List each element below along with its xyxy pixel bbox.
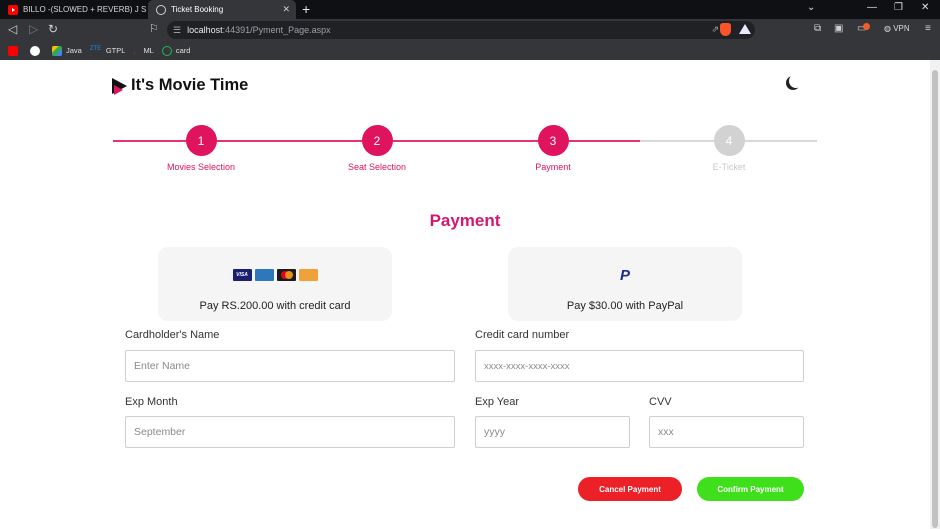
url-host: localhost (187, 25, 223, 35)
cvv-input[interactable] (649, 416, 804, 448)
step-label: E-Ticket (712, 162, 746, 172)
bookmark-label: GTPL (105, 46, 126, 55)
scrollbar-thumb[interactable] (932, 70, 938, 528)
page-scrollbar[interactable] (930, 60, 940, 529)
globe-icon (156, 4, 166, 15)
brand-name: It's Movie Time (131, 76, 249, 94)
circle-icon (161, 45, 172, 56)
moon-icon[interactable] (789, 74, 803, 88)
cardholder-name-label: Cardholder's Name (125, 329, 220, 341)
site-info-icon[interactable]: ☰ (173, 25, 181, 36)
bookmark-label: card (175, 46, 191, 55)
github-icon (30, 45, 40, 56)
bookmark-youtube[interactable] (8, 45, 22, 56)
brave-shields-icon[interactable] (720, 23, 731, 36)
step-label: Movies Selection (166, 162, 236, 172)
bookmark-icon: , (133, 45, 136, 55)
extensions-icon[interactable]: ⧉ (814, 23, 821, 34)
brave-rewards-icon[interactable] (739, 24, 751, 34)
amex-icon (254, 269, 274, 281)
bookmark-gtpl[interactable]: ZTE GTPL (90, 46, 126, 56)
exp-month-input[interactable] (125, 416, 455, 448)
url-path: :44391/Pyment_Page.aspx (222, 25, 331, 35)
step-label: Payment (535, 162, 571, 172)
visa-icon: VISA (232, 269, 252, 281)
window-close-icon[interactable]: ✕ (921, 2, 929, 13)
drive-icon (52, 45, 62, 56)
paypal-caption: Pay $30.00 with PayPal (566, 300, 684, 312)
step-e-ticket: 4 E-Ticket (669, 125, 789, 172)
bookmark-label: Java (66, 46, 82, 55)
maximize-icon[interactable]: ❐ (894, 2, 903, 13)
tab-title: BILLO -(SLOWED + REVERB) J STAR | 8 (23, 5, 146, 14)
address-bar[interactable]: ☰ localhost :44391/Pyment_Page.aspx ⇗ (167, 21, 755, 39)
credit-card-option[interactable]: VISA Pay RS.200.00 with credit card (158, 247, 392, 321)
page-title: Payment (429, 211, 501, 230)
step-seat-selection: 2 Seat Selection (317, 125, 437, 172)
bookmarks-bar: Java ZTE GTPL , ML card (0, 41, 940, 60)
youtube-icon (8, 45, 18, 56)
brand[interactable]: It's Movie Time (112, 76, 248, 95)
step-payment: 3 Payment (493, 125, 613, 172)
card-number-label: Credit card number (475, 329, 570, 341)
vpn-button[interactable]: ◍ VPN (884, 24, 910, 33)
step-number: 1 (185, 125, 217, 156)
menu-icon[interactable]: ≡ (925, 23, 931, 34)
tab-title: Ticket Booking (171, 5, 224, 14)
tab-ticket-booking[interactable]: Ticket Booking ✕ (148, 0, 296, 19)
step-movies-selection: 1 Movies Selection (141, 125, 261, 172)
step-label: Seat Selection (347, 162, 407, 172)
back-icon[interactable]: ◁ (8, 22, 17, 36)
notification-badge (863, 23, 870, 30)
step-number: 4 (713, 125, 745, 156)
step-number: 2 (361, 125, 393, 156)
bookmark-label: ML (143, 46, 154, 55)
youtube-icon (8, 4, 18, 15)
new-tab-button[interactable]: + (302, 1, 310, 17)
card-brands: VISA (158, 269, 392, 281)
confirm-payment-button[interactable]: Confirm Payment (697, 477, 804, 501)
paypal-option[interactable]: P Pay $30.00 with PayPal (508, 247, 742, 321)
card-number-input[interactable] (475, 350, 804, 382)
exp-year-input[interactable] (475, 416, 630, 448)
exp-year-label: Exp Year (475, 396, 520, 408)
play-logo-icon (112, 77, 128, 95)
cardholder-name-input[interactable] (125, 350, 455, 382)
cvv-label: CVV (649, 396, 672, 408)
forward-icon[interactable]: ▷ (29, 22, 38, 36)
paypal-icon: P (619, 267, 630, 284)
chevron-down-icon[interactable]: ⌄ (807, 2, 815, 13)
share-icon[interactable]: ⇗ (711, 24, 719, 35)
credit-card-caption: Pay RS.200.00 with credit card (199, 300, 351, 312)
bookmark-card[interactable]: card (161, 45, 191, 56)
step-number: 3 (537, 125, 569, 156)
minimize-icon[interactable]: — (867, 2, 877, 13)
reload-icon[interactable]: ↻ (48, 22, 58, 36)
tab-youtube[interactable]: BILLO -(SLOWED + REVERB) J STAR | 8 (0, 0, 146, 19)
bookmark-github[interactable] (30, 45, 44, 56)
zte-icon: ZTE (89, 45, 102, 52)
mastercard-icon (276, 269, 296, 281)
browser-toolbar: ◁ ▷ ↻ ⚐ ☰ localhost :44391/Pyment_Page.a… (0, 19, 940, 41)
sidebar-icon[interactable]: ▣ (834, 23, 843, 34)
bookmark-java[interactable]: Java (52, 45, 82, 56)
close-tab-icon[interactable]: ✕ (282, 4, 290, 15)
cancel-payment-button[interactable]: Cancel Payment (578, 477, 682, 501)
bookmark-icon[interactable]: ⚐ (149, 22, 159, 35)
bookmark-ml[interactable]: , ML (133, 46, 153, 56)
tab-strip: BILLO -(SLOWED + REVERB) J STAR | 8 Tick… (0, 0, 940, 19)
exp-month-label: Exp Month (125, 396, 178, 408)
discover-icon (298, 269, 318, 281)
vpn-label: VPN (893, 24, 910, 33)
